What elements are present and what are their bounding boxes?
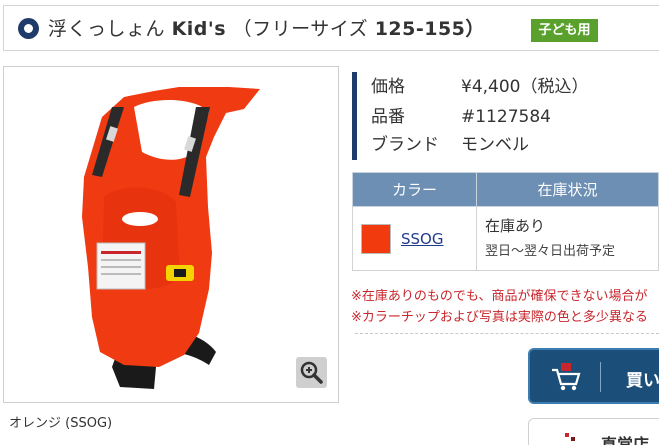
shipping-estimate: 翌日〜翌々日出荷予定 [485,243,616,259]
add-to-cart-button[interactable]: 買い [528,348,659,404]
product-size-range: 125-155） [374,18,485,40]
product-title: 浮くっしょん Kid's （フリーサイズ 125-155） [48,15,485,43]
zoom-in-icon [300,361,323,384]
spec-value: #1127584 [461,107,551,127]
divider [355,333,659,334]
column-header-color: カラー [352,172,477,207]
notice-color: ※カラーチップおよび写真は実際の色と多少異なる [351,310,648,325]
zoom-button[interactable] [296,357,327,388]
product-size-label: （フリーサイズ [232,18,369,40]
kids-badge: 子ども用 [531,19,598,42]
color-cell: SSOG [352,206,477,271]
table-row: SSOG 在庫あり 翌日〜翌々日出荷予定 [352,206,659,271]
spec-label: 品番 [371,107,405,127]
spec-row-brand: ブランド モンベル [371,134,529,156]
spec-row-price: 価格 ¥4,400（税込） [371,76,588,98]
store-icon [565,433,575,441]
spec-value: モンベル [461,135,529,155]
spec-label: ブランド [371,135,439,155]
store-stock-button[interactable]: 直営店 [528,418,659,445]
product-image-frame[interactable] [3,66,339,403]
stock-cell: 在庫あり 翌日〜翌々日出荷予定 [476,206,659,271]
spec-value: ¥4,400（税込） [461,77,589,97]
product-title-bar: 浮くっしょん Kid's （フリーサイズ 125-155） 子ども用 [3,5,659,51]
notice-stock: ※在庫ありのものでも、商品が確保できない場合が [351,289,648,304]
product-name: 浮くっしょん [48,18,166,40]
stock-table: カラー 在庫状況 SSOG 在庫あり 翌日〜翌々日出荷予定 [352,172,659,271]
image-caption: オレンジ (SSOG) [9,416,113,431]
product-kids-label: Kid's [171,18,227,40]
color-swatch[interactable] [361,223,391,254]
stock-status: 在庫あり [485,216,546,235]
cart-icon [552,363,581,391]
color-code-link[interactable]: SSOG [401,230,443,248]
title-bullet-icon [18,18,39,39]
spec-accent-bar [352,72,357,160]
cart-button-separator [600,362,601,392]
life-vest-image [82,87,260,389]
spec-row-item-number: 品番 #1127584 [371,106,551,128]
cart-button-label: 買い [626,371,659,391]
column-header-stock: 在庫状況 [476,172,659,207]
store-button-label: 直営店 [601,435,650,445]
spec-label: 価格 [371,77,405,97]
